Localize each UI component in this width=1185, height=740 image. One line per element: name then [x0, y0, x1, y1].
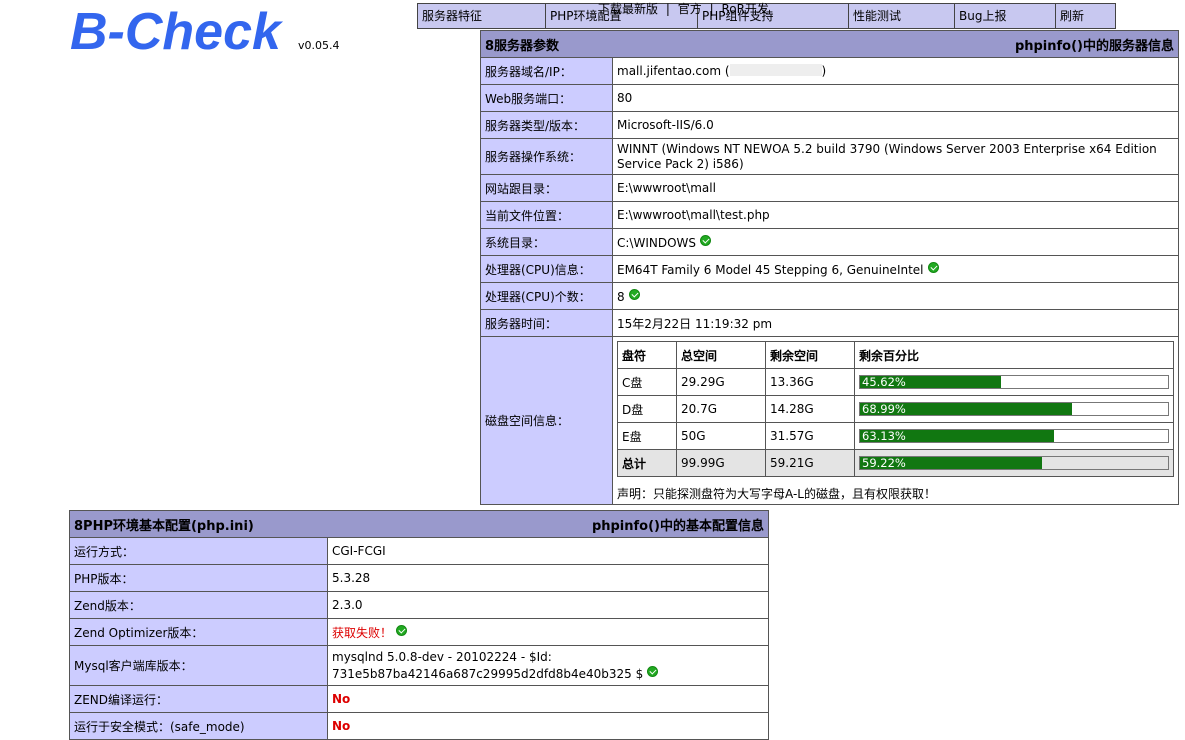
nav-item-performance-test[interactable]: 性能测试 — [849, 4, 955, 28]
row-label: 处理器(CPU)个数： — [480, 282, 613, 310]
disk-free: 59.21G — [765, 449, 855, 477]
disk-usage-fill: 68.99% — [860, 403, 1073, 416]
row-label: Zend版本： — [69, 591, 328, 619]
check-icon — [396, 624, 408, 636]
disk-col-header: 盘符 — [617, 341, 677, 369]
disk-info-cell: 盘符 总空间 剩余空间 剩余百分比 C盘 29.29G 13.36G 45.62… — [612, 336, 1179, 505]
disk-usage-bar: 68.99% — [859, 402, 1169, 416]
download-latest-link[interactable]: 下载最新版 — [598, 2, 658, 16]
server-type-value: Microsoft-IIS/6.0 — [612, 111, 1179, 139]
disk-usage-bar: 59.22% — [859, 456, 1169, 470]
disk-free: 13.36G — [765, 368, 855, 396]
row-label: PHP版本： — [69, 564, 328, 592]
cpu-count-value: 8 — [612, 282, 1179, 310]
disk-col-header: 总空间 — [676, 341, 766, 369]
current-file-value: E:\wwwroot\mall\test.php — [612, 201, 1179, 229]
disk-note: 声明：只能探测盘符为大写字母A-L的磁盘，且有权限获取！ — [617, 487, 936, 501]
disk-usage-bar: 45.62% — [859, 375, 1169, 389]
run-mode-value: CGI-FCGI — [327, 537, 769, 565]
safe-mode-value: No — [327, 712, 769, 740]
link-separator: | — [665, 2, 670, 16]
php-config-title: 8PHP环境基本配置(php.ini) — [74, 518, 254, 534]
disk-total: 29.29G — [676, 368, 766, 396]
zend-compile-value: No — [327, 685, 769, 713]
zend-version-value: 2.3.0 — [327, 591, 769, 619]
row-label: 网站跟目录： — [480, 174, 613, 202]
row-label: 服务器域名/IP： — [480, 57, 613, 85]
server-params-subtitle: phpinfo()中的服务器信息 — [1014, 38, 1174, 54]
disk-pct-cell: 59.22% — [854, 449, 1174, 477]
disk-row: C盘 29.29G 13.36G 45.62% — [617, 368, 1174, 396]
link-separator: | — [709, 2, 714, 16]
row-label: 服务器时间： — [480, 309, 613, 337]
version-label: v0.05.4 — [298, 39, 340, 52]
php-version-value: 5.3.28 — [327, 564, 769, 592]
disk-drive: E盘 — [617, 422, 677, 450]
check-icon — [927, 261, 939, 273]
nav-item-bug-report[interactable]: Bug上报 — [955, 4, 1056, 28]
row-label: ZEND编译运行： — [69, 685, 328, 713]
disk-col-header: 剩余空间 — [765, 341, 855, 369]
row-label: 磁盘空间信息： — [480, 336, 613, 505]
disk-pct-cell: 45.62% — [854, 368, 1174, 396]
disk-total-row: 总计 99.99G 59.21G 59.22% — [617, 449, 1174, 477]
disk-pct-cell: 68.99% — [854, 395, 1174, 423]
cpu-info-value: EM64T Family 6 Model 45 Stepping 6, Genu… — [612, 255, 1179, 283]
row-label: 当前文件位置： — [480, 201, 613, 229]
server-params-header: 8服务器参数 phpinfo()中的服务器信息 — [480, 30, 1179, 58]
php-config-table: 8PHP环境基本配置(php.ini) phpinfo()中的基本配置信息 运行… — [69, 510, 769, 740]
row-label: 服务器类型/版本： — [480, 111, 613, 139]
disk-usage-fill: 45.62% — [860, 376, 1001, 389]
disk-total: 50G — [676, 422, 766, 450]
disk-free: 31.57G — [765, 422, 855, 450]
disk-free: 14.28G — [765, 395, 855, 423]
app-logo: B-Check — [70, 3, 281, 61]
row-label: 服务器操作系统： — [480, 138, 613, 175]
php-config-subtitle: phpinfo()中的基本配置信息 — [591, 518, 764, 534]
server-os-value: WINNT (Windows NT NEWOA 5.2 build 3790 (… — [612, 138, 1179, 175]
disk-table: 盘符 总空间 剩余空间 剩余百分比 C盘 29.29G 13.36G 45.62… — [617, 341, 1174, 477]
php-config-header: 8PHP环境基本配置(php.ini) phpinfo()中的基本配置信息 — [69, 510, 769, 538]
server-time-value: 15年2月22日 11:19:32 pm — [612, 309, 1179, 337]
check-icon — [628, 288, 640, 300]
row-label: Web服务端口： — [480, 84, 613, 112]
disk-usage-fill: 59.22% — [860, 457, 1043, 470]
server-params-title: 8服务器参数 — [485, 38, 560, 54]
row-label: 运行方式： — [69, 537, 328, 565]
row-label: Mysql客户端库版本： — [69, 645, 328, 686]
nav-item-server-features[interactable]: 服务器特征 — [418, 4, 546, 28]
system-dir-value: C:\WINDOWS — [612, 228, 1179, 256]
row-label: 系统目录： — [480, 228, 613, 256]
ror-dev-link[interactable]: RoR开发 — [721, 2, 768, 16]
redacted-ip — [729, 64, 822, 76]
disk-col-header: 剩余百分比 — [854, 341, 1174, 369]
row-label: Zend Optimizer版本： — [69, 618, 328, 646]
disk-pct-cell: 63.13% — [854, 422, 1174, 450]
mysql-client-value: mysqlnd 5.0.8-dev - 20102224 - $Id: 731e… — [327, 645, 769, 686]
disk-drive: D盘 — [617, 395, 677, 423]
nav-item-refresh[interactable]: 刷新 — [1056, 4, 1115, 28]
disk-drive: C盘 — [617, 368, 677, 396]
check-icon — [647, 665, 659, 677]
server-params-table: 8服务器参数 phpinfo()中的服务器信息 服务器域名/IP： mall.j… — [480, 30, 1179, 505]
top-links: 下载最新版 | 官方 | RoR开发 — [598, 2, 773, 16]
disk-row: E盘 50G 31.57G 63.13% — [617, 422, 1174, 450]
row-label: 运行于安全模式：(safe_mode) — [69, 712, 328, 740]
disk-usage-bar: 63.13% — [859, 429, 1169, 443]
disk-total: 20.7G — [676, 395, 766, 423]
disk-drive: 总计 — [617, 449, 677, 477]
web-port-value: 80 — [612, 84, 1179, 112]
disk-row: D盘 20.7G 14.28G 68.99% — [617, 395, 1174, 423]
site-root-value: E:\wwwroot\mall — [612, 174, 1179, 202]
disk-usage-fill: 63.13% — [860, 430, 1055, 443]
row-label: 处理器(CPU)信息： — [480, 255, 613, 283]
disk-total: 99.99G — [676, 449, 766, 477]
server-domain-value: mall.jifentao.com () — [612, 57, 1179, 85]
check-icon — [700, 234, 712, 246]
zend-optimizer-value: 获取失败！ — [327, 618, 769, 646]
official-link[interactable]: 官方 — [678, 2, 702, 16]
